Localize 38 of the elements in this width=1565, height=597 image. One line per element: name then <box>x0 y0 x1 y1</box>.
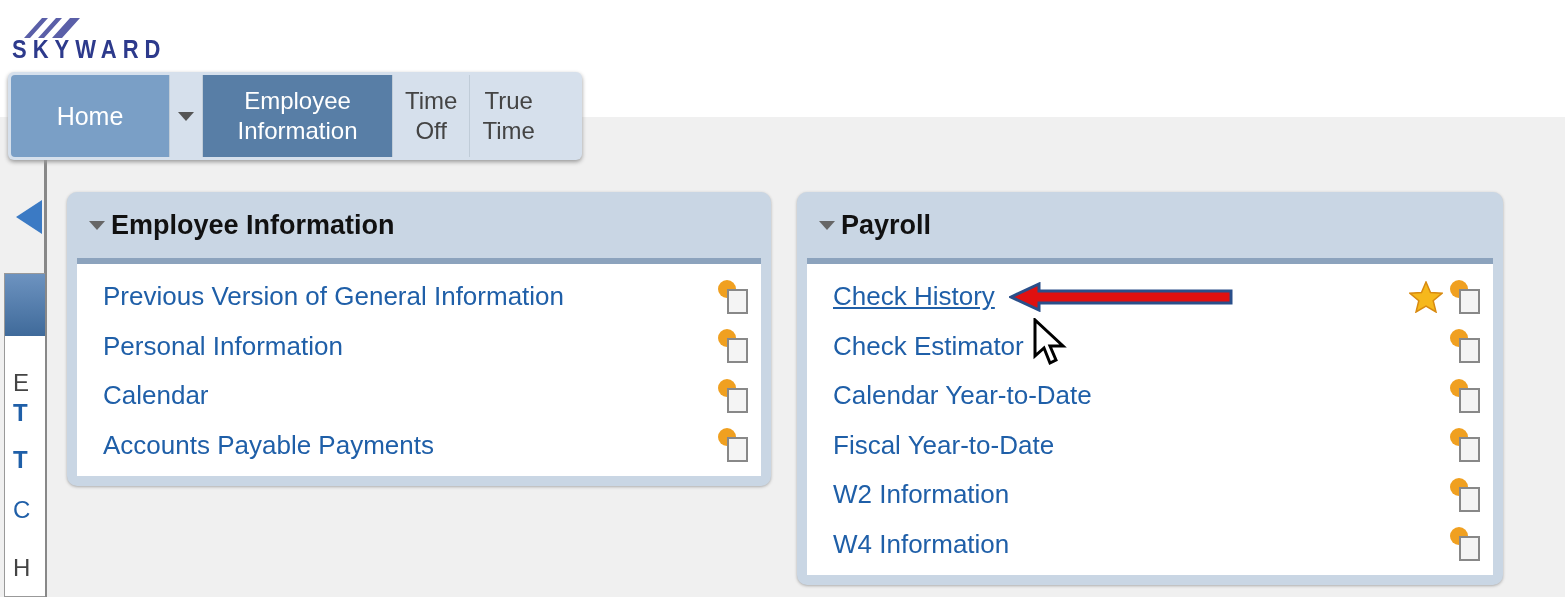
collapse-arrow-icon <box>16 200 42 234</box>
side-panel-text: T <box>13 446 28 474</box>
menu-link[interactable]: Previous Version of General Information <box>103 281 565 313</box>
side-panel-text: T <box>13 399 28 427</box>
side-panel-header <box>5 274 45 336</box>
cursor-icon <box>1033 318 1067 366</box>
menu-link[interactable]: Fiscal Year-to-Date <box>833 429 1055 461</box>
side-panel-text: C <box>13 496 31 524</box>
caret-icon[interactable] <box>819 220 835 230</box>
add-page-icon[interactable] <box>1449 377 1481 414</box>
add-page-icon[interactable] <box>717 377 749 414</box>
nav-tab[interactable]: True Time <box>469 75 547 157</box>
add-page-icon[interactable] <box>1449 427 1481 464</box>
panel-title: Employee Information <box>111 209 395 241</box>
side-panel-text: E <box>13 369 29 397</box>
add-page-icon[interactable] <box>1449 476 1481 513</box>
menu-link[interactable]: W4 Information <box>833 528 1010 560</box>
side-panel-text: H <box>13 554 31 582</box>
star-icon[interactable] <box>1409 280 1443 313</box>
menu-link[interactable]: W2 Information <box>833 479 1010 511</box>
add-page-icon[interactable] <box>717 278 749 315</box>
add-page-icon[interactable] <box>1449 278 1481 315</box>
caret-icon[interactable] <box>89 220 105 230</box>
menu-link[interactable]: Check Estimator <box>833 330 1024 362</box>
caret-icon <box>178 111 194 121</box>
add-page-icon[interactable] <box>1449 328 1481 365</box>
add-page-icon[interactable] <box>717 427 749 464</box>
add-page-icon[interactable] <box>1449 526 1481 563</box>
menu-link[interactable]: Accounts Payable Payments <box>103 429 434 461</box>
add-page-icon[interactable] <box>717 328 749 365</box>
menu-link[interactable]: Calendar <box>103 380 209 412</box>
logo-text: SKYWARD <box>12 35 167 65</box>
nav-tab[interactable]: Employee Information <box>202 75 392 157</box>
menu-link[interactable]: Calendar Year-to-Date <box>833 380 1092 412</box>
menu-link[interactable]: Check History <box>833 281 995 313</box>
menu-link[interactable]: Personal Information <box>103 330 343 362</box>
panel-title: Payroll <box>841 209 932 241</box>
nav-tab[interactable]: Time Off <box>392 75 470 157</box>
